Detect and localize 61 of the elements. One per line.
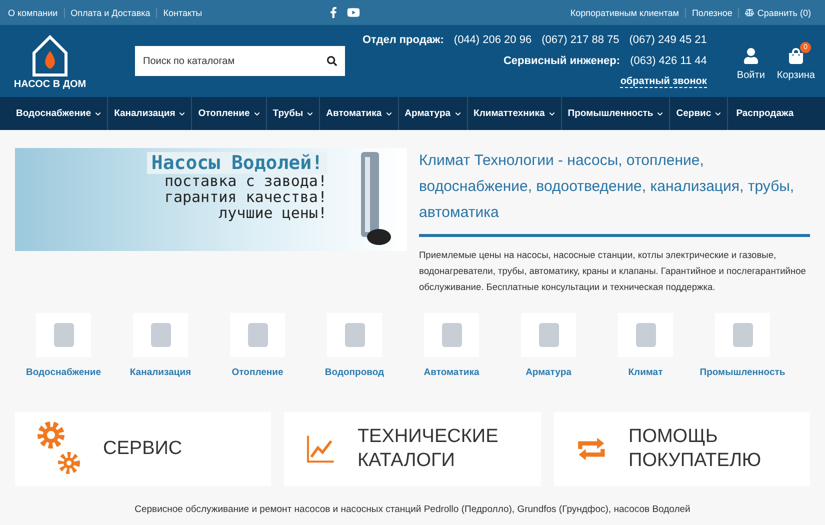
shopping-bag-icon [788, 48, 804, 64]
nav-item[interactable]: Арматура [398, 97, 468, 130]
category-link[interactable]: Водопровод [306, 313, 403, 378]
intro-text: Приемлемые цены на насосы, насосные станции, котлы электрические и газовые, водонагреватели, трубы, автоматику, краны и клапаны. Гарантийное и послегарантийное обслуживание. Бесплатные консультации и техническая поддержка. [419, 249, 807, 294]
compare-link[interactable]: Сравнить (0) [738, 8, 817, 18]
sales-label: Отдел продаж: [362, 34, 444, 46]
engineer-label: Сервисный инженер: [503, 55, 620, 67]
banner-line: гарантия качества! [164, 190, 327, 206]
top-link[interactable]: Корпоративным клиентам [570, 8, 685, 18]
phone-number: (067) 217 88 75 [542, 34, 620, 46]
product-photo-placeholder [327, 313, 382, 357]
nav-item[interactable]: Промышленность [562, 97, 670, 130]
top-link[interactable]: Полезное [684, 8, 738, 18]
product-photo-placeholder [521, 313, 576, 357]
nav-item[interactable]: Автоматика [320, 97, 399, 130]
login-link[interactable]: Войти [736, 42, 765, 80]
nav-item[interactable]: Сервис [670, 97, 728, 130]
category-link[interactable]: Отопление [209, 313, 306, 378]
nav-item[interactable]: Климаттехника [468, 97, 562, 130]
feature-card[interactable]: ТЕХНИЧЕСКИЕ КАТАЛОГИ [284, 412, 541, 486]
promo-banner[interactable]: Насосы Водолей! поставка с завода! гарантия качества! лучшие цены! [15, 148, 407, 251]
category-link[interactable]: Арматура [500, 313, 597, 378]
banner-line: лучшие цены! [218, 206, 327, 222]
product-photo-placeholder [230, 313, 285, 357]
top-link[interactable]: Оплата и Доставка [64, 8, 156, 18]
top-link[interactable]: О компании [8, 8, 64, 18]
category-link[interactable]: Климат [597, 313, 694, 378]
search-field[interactable]: Поиск по каталогам [135, 46, 345, 76]
nav-item[interactable]: Отопление [192, 97, 267, 130]
product-photo-placeholder [36, 313, 91, 357]
gears-icon [37, 421, 81, 477]
feature-card[interactable]: ПОМОЩЬ ПОКУПАТЕЛЮ [554, 412, 810, 486]
category-link[interactable]: Водоснабжение [15, 313, 112, 378]
feature-card[interactable]: СЕРВИС [15, 412, 272, 486]
product-photo-placeholder [133, 313, 188, 357]
user-icon [742, 48, 759, 64]
logo-text: НАСОС В ДОМ [14, 78, 86, 90]
category-link[interactable]: Промышленность [694, 313, 791, 378]
scales-icon [745, 8, 754, 17]
product-photo-placeholder [424, 313, 479, 357]
nav-item[interactable]: Распродажа [728, 97, 802, 130]
facebook-icon[interactable] [328, 7, 340, 18]
category-link[interactable]: Автоматика [403, 313, 500, 378]
top-link[interactable]: Контакты [156, 8, 208, 18]
category-link[interactable]: Канализация [112, 313, 209, 378]
search-icon[interactable] [327, 56, 337, 66]
nav-item[interactable]: Трубы [266, 97, 320, 130]
banner-line: поставка с завода! [164, 174, 327, 190]
intro-heading: Климат Технологии - насосы, отопление, водоснабжение, водоотведение, канализация, трубы, автоматика [419, 148, 810, 237]
youtube-icon[interactable] [347, 6, 360, 19]
nav-item[interactable]: Водоснабжение [10, 97, 108, 130]
product-photo-placeholder [715, 313, 770, 357]
footer-text: Сервисное обслуживание и ремонт насосов и насосных станций Pedrollo (Педролло), Grundfos (Грундфос), насосов Водолей [134, 504, 692, 515]
phone-number: (063) 426 11 44 [630, 55, 707, 67]
product-photo-placeholder [618, 313, 673, 357]
nav-item[interactable]: Канализация [108, 97, 192, 130]
phone-number: (067) 249 45 21 [629, 34, 707, 46]
house-flame-logo-icon[interactable] [30, 32, 70, 76]
callback-link[interactable]: обратный звонок [620, 76, 707, 88]
banner-title: Насосы Водолей! [147, 152, 327, 174]
phone-number: (044) 206 20 96 [454, 34, 532, 46]
